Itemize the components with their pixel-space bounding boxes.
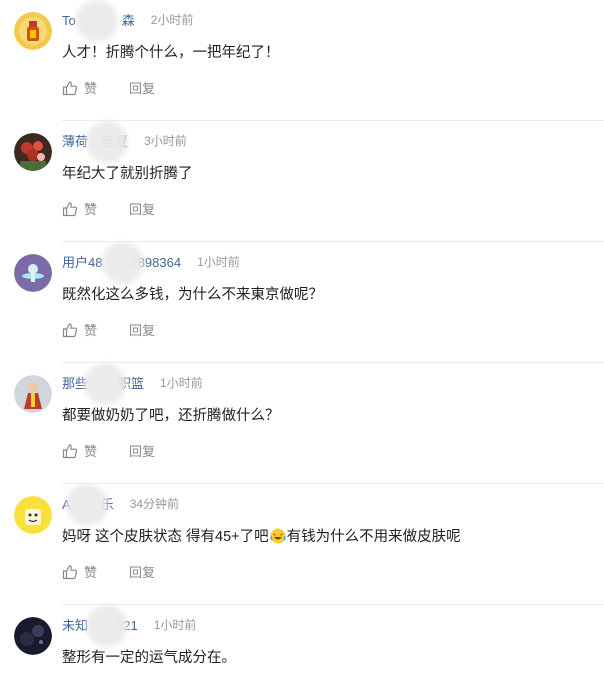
- comment-text: 人才！折腾个什么，一把年纪了！: [62, 45, 280, 61]
- avatar-dark-night-icon: [14, 617, 52, 655]
- username-part: 那些: [62, 375, 89, 391]
- thumbs-up-icon: [62, 80, 78, 95]
- username-part: 森: [121, 12, 135, 28]
- comment-meta: A乐 34分钟前: [62, 489, 180, 520]
- username-part: To: [62, 12, 76, 28]
- comment-item: 用户48 1898364 1小时前 既然化这么多钱，为什么不来東京做呢？ 赞 回复: [0, 242, 604, 363]
- timestamp: 34分钟前: [129, 496, 180, 511]
- username-part: 乐: [100, 496, 114, 512]
- timestamp: 1小时前: [197, 254, 240, 269]
- username[interactable]: 薄荷盛夏: [62, 126, 128, 157]
- comment-actions: 赞 回复: [62, 320, 155, 339]
- privacy-blur: [92, 610, 122, 641]
- comment-text: 都要做奶奶了吧，还折腾做什么？: [62, 408, 280, 424]
- privacy-blur: [90, 368, 120, 399]
- comment-meta: 用户48 1898364 1小时前: [62, 247, 240, 278]
- privacy-blur: [108, 247, 138, 278]
- comment-text-part: 有钱为什么不用来做皮肤呢: [286, 529, 461, 545]
- reply-button[interactable]: 回复: [129, 199, 155, 218]
- thumbs-up-icon: [62, 443, 78, 458]
- like-label: 赞: [84, 323, 98, 338]
- username-part: 薄荷: [62, 133, 89, 149]
- comment-text-part: 妈呀 这个皮肤状态 得有45+了吧: [62, 529, 269, 545]
- comment-list: To 森 2小时前 人才！折腾个什么，一把年纪了！ 赞 回复 薄荷盛夏: [0, 0, 604, 677]
- thumbs-up-icon: [62, 564, 78, 579]
- username-part: 用户48: [62, 254, 103, 270]
- username-part: 1898364: [130, 254, 182, 270]
- reply-button[interactable]: 回复: [129, 78, 155, 97]
- comment-text: 既然化这么多钱，为什么不来東京做呢？: [62, 287, 323, 303]
- username-part: A: [62, 496, 71, 512]
- like-label: 赞: [84, 81, 98, 96]
- comment-text: 妈呀 这个皮肤状态 得有45+了吧 有钱为什么不用来做皮肤呢: [62, 525, 461, 546]
- reply-button[interactable]: 回复: [129, 320, 155, 339]
- username-part: 职篮: [118, 375, 145, 391]
- like-button[interactable]: 赞: [62, 320, 97, 339]
- comment-meta: 那些 职篮 1小时前: [62, 368, 203, 399]
- username[interactable]: 未知 321: [62, 610, 138, 641]
- comment-actions: 赞 回复: [62, 199, 155, 218]
- comment-actions: 赞 回复: [62, 441, 155, 460]
- comment-text: 年纪大了就别折腾了: [62, 166, 193, 182]
- reply-button[interactable]: 回复: [129, 562, 155, 581]
- timestamp: 1小时前: [153, 617, 197, 632]
- like-button[interactable]: 赞: [62, 199, 97, 218]
- privacy-blur: [92, 126, 122, 157]
- user-avatar[interactable]: [14, 375, 52, 413]
- user-avatar[interactable]: [14, 12, 52, 50]
- thumbs-up-icon: [62, 322, 78, 337]
- comment-actions: 赞 回复: [62, 562, 155, 581]
- avatar-yellow-cartoon-icon: [14, 496, 52, 534]
- comment-meta: 薄荷盛夏 3小时前: [62, 126, 187, 157]
- user-avatar[interactable]: [14, 254, 52, 292]
- like-button[interactable]: 赞: [62, 441, 97, 460]
- like-label: 赞: [84, 565, 98, 580]
- avatar-red-character-icon: [14, 375, 52, 413]
- thumbs-up-icon: [62, 201, 78, 216]
- comment-item: To 森 2小时前 人才！折腾个什么，一把年纪了！ 赞 回复: [0, 0, 604, 121]
- username-part: 未知: [62, 617, 89, 633]
- username[interactable]: To 森: [62, 5, 135, 36]
- avatar-red-flowers-icon: [14, 133, 52, 171]
- username[interactable]: 那些 职篮: [62, 368, 145, 399]
- like-label: 赞: [84, 202, 98, 217]
- privacy-blur: [72, 489, 102, 520]
- timestamp: 3小时前: [144, 133, 187, 148]
- comment-item: 薄荷盛夏 3小时前 年纪大了就别折腾了 赞 回复: [0, 121, 604, 242]
- timestamp: 1小时前: [160, 375, 203, 390]
- user-avatar[interactable]: [14, 617, 52, 655]
- username[interactable]: A乐: [62, 489, 114, 520]
- avatar-yellow-figure-icon: [14, 12, 52, 50]
- laughing-crying-emoji-icon: [270, 528, 286, 544]
- comment-item: A乐 34分钟前 妈呀 这个皮肤状态 得有45+了吧 有钱为什么不用来做皮肤呢 赞…: [0, 484, 604, 605]
- like-button[interactable]: 赞: [62, 78, 97, 97]
- comment-actions: 赞 回复: [62, 78, 155, 97]
- user-avatar[interactable]: [14, 133, 52, 171]
- comment-meta: 未知 321 1小时前: [62, 610, 197, 641]
- avatar-purple-default-icon: [14, 254, 52, 292]
- comment-meta: To 森 2小时前: [62, 5, 194, 36]
- comment-item: 那些 职篮 1小时前 都要做奶奶了吧，还折腾做什么？ 赞 回复: [0, 363, 604, 484]
- timestamp: 2小时前: [150, 12, 194, 27]
- username[interactable]: 用户48 1898364: [62, 247, 182, 278]
- comment-item: 未知 321 1小时前 整形有一定的运气成分在。: [0, 605, 604, 677]
- like-button[interactable]: 赞: [62, 562, 97, 581]
- user-avatar[interactable]: [14, 496, 52, 534]
- comment-text: 整形有一定的运气成分在。: [62, 650, 236, 666]
- reply-button[interactable]: 回复: [129, 441, 155, 460]
- privacy-blur: [82, 5, 112, 36]
- like-label: 赞: [84, 444, 98, 459]
